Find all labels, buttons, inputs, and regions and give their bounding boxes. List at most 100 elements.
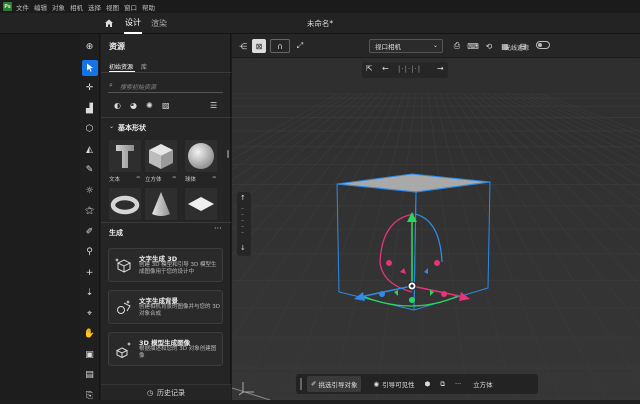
guide-visibility-label: 引导可见性: [382, 381, 415, 389]
shape-card-text[interactable]: [109, 140, 141, 172]
magnet-icon[interactable]: ∩: [270, 39, 290, 53]
shape-card-cone[interactable]: [145, 188, 177, 220]
move-tool-icon[interactable]: ✛: [82, 80, 98, 96]
history-icon: ◷: [146, 388, 154, 397]
viewport-toolbar: ⋲ ⊠ ∩ ⤢ 视口相机 ⌄ ⎙ ⌨ ⟲ ▦ ⊟ 光线追踪: [232, 34, 640, 58]
menu-select[interactable]: 选择: [88, 2, 101, 12]
share-nodes-icon[interactable]: ⋲: [236, 39, 250, 53]
ray-tracing-text: 光线追踪: [505, 45, 530, 52]
filter-images-icon[interactable]: ▨: [162, 101, 170, 110]
filter-lights-icon[interactable]: ✺: [146, 101, 153, 110]
eye-icon: ◉: [373, 380, 380, 388]
paint-tool-icon[interactable]: ✎: [82, 162, 98, 178]
menu-help[interactable]: 帮助: [142, 2, 155, 12]
variant-icon[interactable]: ≈: [172, 175, 177, 181]
filter-materials-icon[interactable]: ◕: [130, 101, 137, 110]
search-box[interactable]: ⌕ 搜索初始资源: [108, 79, 223, 93]
material-tool-icon[interactable]: ◭: [82, 142, 98, 158]
pin-tool-icon[interactable]: ⌖: [82, 306, 98, 322]
shape-card-torus[interactable]: [109, 188, 141, 220]
search-icon: ⌕: [109, 81, 113, 89]
menu-window[interactable]: 窗口: [124, 2, 137, 12]
arrow-up-icon[interactable]: ↑: [240, 194, 246, 202]
menu-view[interactable]: 视图: [106, 2, 119, 12]
view-navigation-widget[interactable]: ⇱ ← |·|·|·| →: [362, 62, 448, 78]
more-icon[interactable]: ···: [455, 380, 461, 388]
add-circle-icon[interactable]: ⊕: [82, 39, 98, 55]
ray-tracing-toggle[interactable]: [536, 41, 550, 49]
search-input[interactable]: 搜索初始资源: [120, 82, 156, 91]
tab-design[interactable]: 设计: [124, 13, 142, 34]
tab-render[interactable]: 渲染: [150, 13, 168, 34]
camera-add-icon[interactable]: ⎙: [450, 39, 464, 53]
cube-tool-icon[interactable]: ⬡: [82, 121, 98, 137]
variant-icon[interactable]: ≈: [212, 175, 217, 181]
chevron-down-icon: ⌄: [432, 42, 438, 49]
cube-shape-icon: [149, 144, 173, 169]
subtab-starter[interactable]: 初始资源: [109, 62, 133, 71]
magic-wand-icon[interactable]: ⚝: [82, 203, 98, 219]
toolbox-icon[interactable]: ▤: [82, 367, 98, 383]
camera-view-icon[interactable]: ⌨: [466, 39, 480, 53]
cube-icon[interactable]: ⬢: [425, 380, 431, 388]
eyedropper-icon: ✐: [311, 380, 317, 388]
gen-text-to-background[interactable]: 文字生成背景 创建相机背景的图像并与您的 3D 对象合成: [108, 290, 223, 324]
shape-label-sphere: 球体: [185, 177, 197, 183]
menu-file[interactable]: 文件: [16, 2, 29, 12]
arrow-left-icon[interactable]: ←: [382, 64, 389, 73]
list-view-icon[interactable]: ☰: [210, 101, 217, 110]
zoom-widget[interactable]: ↑ – – – – – ↓: [237, 192, 251, 256]
snap-icon[interactable]: ⊠: [252, 39, 266, 53]
camera-reset-icon[interactable]: ⟲: [482, 39, 496, 53]
history-button[interactable]: ◷ 历史记录: [101, 384, 231, 400]
home-icon[interactable]: [102, 18, 116, 28]
orbit-slider[interactable]: |·|·|·|: [398, 65, 421, 73]
select-tool-icon[interactable]: [81, 59, 98, 76]
more-icon[interactable]: ···: [214, 224, 222, 233]
menu-bar: Ps 文件 编辑 对象 相机 选择 视图 窗口 帮助: [0, 0, 640, 13]
gen-item-desc: 创建相机背景的图像并与您的 3D 对象合成: [139, 304, 220, 317]
camera-select[interactable]: 视口相机 ⌄: [369, 39, 443, 53]
variant-icon[interactable]: ≈: [136, 175, 141, 181]
transform-icon[interactable]: ⤢: [293, 39, 307, 53]
light-tool-icon[interactable]: ☼: [82, 183, 98, 199]
text-shape-icon: [116, 145, 134, 168]
group-icon[interactable]: ⧉: [440, 380, 445, 389]
menu-edit[interactable]: 编辑: [34, 2, 47, 12]
arrow-down-icon[interactable]: ↓: [240, 244, 246, 252]
shape-card-cube[interactable]: [145, 140, 177, 172]
drop-tool-icon[interactable]: ⇣: [82, 285, 98, 301]
gen-text-to-3d[interactable]: 文字生成 3D 创建 3D 模型和引导 3D 模型生成图像用于您的设计中: [108, 248, 223, 282]
tab-bar: 未命名* 设计 渲染: [0, 13, 640, 34]
menu-object[interactable]: 对象: [52, 2, 65, 12]
object-name-label[interactable]: 立方体: [473, 379, 493, 389]
export-icon[interactable]: ⎘: [82, 388, 98, 404]
gen-3d-to-image[interactable]: 3D 模型生成图像 根据描述和您的 3D 对象创建图像: [108, 332, 223, 366]
shape-card-plane[interactable]: [185, 188, 217, 220]
text-to-3d-icon: [115, 258, 132, 273]
pick-guide-object-button[interactable]: ✐ 挑选引导对象: [307, 376, 362, 392]
guide-visibility-button[interactable]: ◉ 引导可见性: [373, 379, 414, 389]
hand-tool-icon[interactable]: ✋: [82, 326, 98, 342]
panel-toggle-icon[interactable]: ▣: [82, 347, 98, 363]
shape-card-sphere[interactable]: [185, 140, 217, 172]
gen-item-desc: 创建 3D 模型和引导 3D 模型生成图像用于您的设计中: [139, 262, 217, 275]
arrow-right-icon[interactable]: →: [437, 64, 444, 73]
subtab-library[interactable]: 库: [141, 62, 147, 71]
app-logo: Ps: [3, 2, 12, 11]
panel-scrollbar[interactable]: [227, 150, 229, 158]
add-tool-icon[interactable]: +: [82, 265, 98, 281]
view-mode-icon[interactable]: ⇱: [366, 64, 373, 73]
eyedropper-icon[interactable]: ✐: [82, 224, 98, 240]
basic-shapes-title: 基本形状: [118, 124, 146, 132]
zoom-slider[interactable]: – – – – –: [241, 206, 244, 236]
chart-tool-icon[interactable]: ▟: [82, 101, 98, 117]
sample-tool-icon[interactable]: ⚲: [82, 244, 98, 260]
menu-camera[interactable]: 相机: [70, 2, 83, 12]
cube-object[interactable]: [232, 34, 640, 400]
generate-title: 生成: [109, 229, 123, 237]
filter-models-icon[interactable]: ◐: [114, 101, 121, 110]
chevron-down-icon[interactable]: ⌄: [109, 123, 114, 130]
viewport-3d[interactable]: ⇱ ← |·|·|·| → ↑ – – – – – ↓: [232, 34, 640, 400]
cone-shape-icon: [152, 192, 170, 216]
